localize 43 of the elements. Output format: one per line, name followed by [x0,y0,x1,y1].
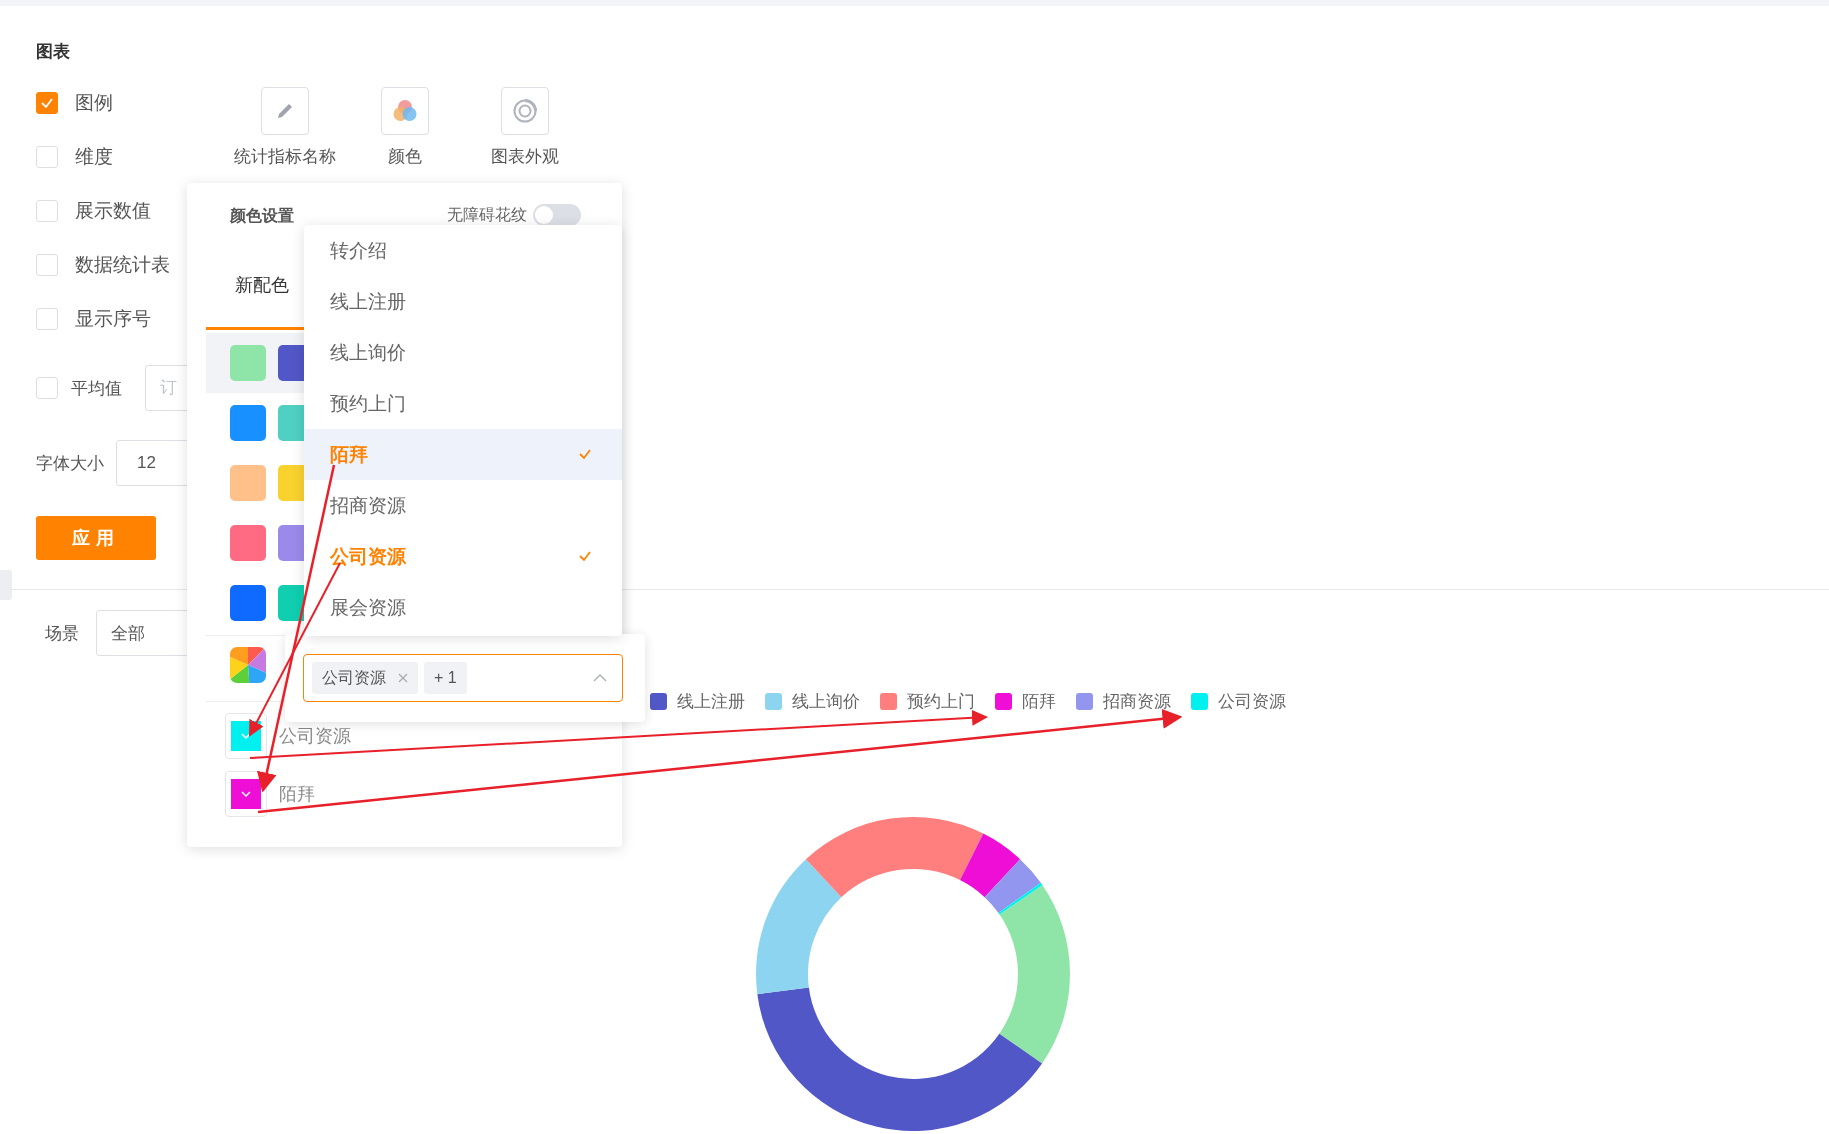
tool-label: 颜色 [388,146,422,168]
checkbox-label: 数据统计表 [75,252,170,277]
section-title: 图表 [36,41,70,60]
tool-button[interactable] [261,87,309,135]
checkbox-label: 图例 [75,90,113,115]
legend-label: 公司资源 [1218,690,1286,713]
legend-label: 招商资源 [1103,690,1171,713]
checkbox-label: 平均值 [71,377,122,400]
category-label: 陌拜 [279,783,315,806]
scene-label: 场景 [45,622,79,645]
tool-label: 图表外观 [491,146,559,168]
tool-button[interactable] [381,87,429,135]
toggle-switch[interactable] [533,204,581,226]
dropdown-item[interactable]: 展会资源 [304,582,622,633]
color-picker-button[interactable] [225,771,267,817]
category-select[interactable]: 公司资源 + 1 [303,654,623,702]
tool-label: 统计指标名称 [234,146,336,168]
chevron-icon[interactable] [592,673,608,683]
color-circles-icon [392,98,418,124]
legend-label: 预约上门 [907,690,975,713]
category-label: 公司资源 [279,725,351,748]
legend-label: 陌拜 [1022,690,1056,713]
legend-label: 线上询价 [792,690,860,713]
pattern-label: 无障碍花纹 [447,204,527,225]
close-icon[interactable] [398,673,408,683]
dropdown-item[interactable]: 预约上门 [304,378,622,429]
color-picker-button[interactable] [225,713,267,759]
checkbox-label: 显示序号 [75,306,151,331]
multicolor-swatch-icon[interactable] [230,647,266,683]
checkbox-label: 维度 [75,144,113,169]
dropdown-item[interactable]: 线上询价 [304,327,622,378]
ring-chart-icon [512,98,538,124]
popup-title: 颜色设置 [230,206,294,226]
checkbox-label: 展示数值 [75,198,151,223]
chevron-down-icon [240,790,252,798]
legend-label: 线上注册 [677,690,745,713]
drag-handle-icon[interactable] [0,570,12,600]
checkbox[interactable] [36,91,58,114]
chevron-down-icon [240,732,252,740]
tool-button[interactable] [501,87,549,135]
palette-row[interactable] [206,333,304,393]
dropdown-item[interactable]: 招商资源 [304,480,622,531]
font-size-label: 字体大小 [36,452,104,475]
